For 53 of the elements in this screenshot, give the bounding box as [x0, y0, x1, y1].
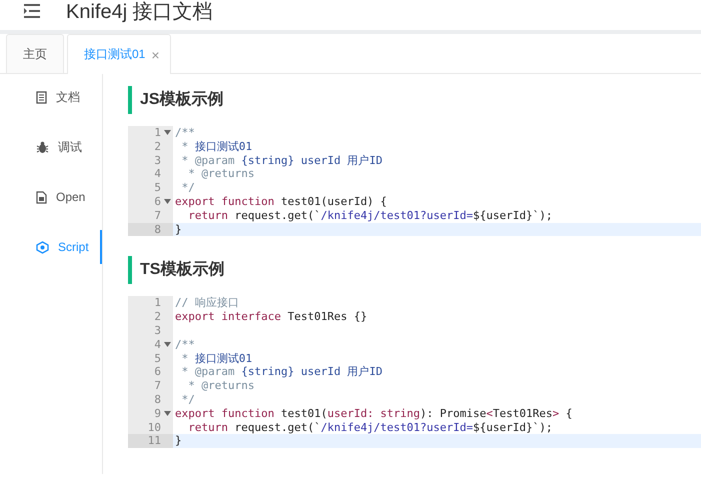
code-line: // 响应接口 — [174, 296, 239, 310]
line-number: 3 — [154, 154, 161, 168]
code-line: } — [174, 222, 182, 236]
fold-icon[interactable] — [164, 411, 170, 416]
code-line: * 接口测试01 — [180, 352, 252, 366]
line-number: 3 — [154, 324, 161, 338]
line-number: 11 — [148, 434, 161, 448]
code-line: return request.get(`/knife4j/test01?userId=${userId}`); — [187, 208, 553, 223]
sidebar-item[interactable]: Open — [0, 180, 102, 214]
bug-icon — [36, 140, 49, 154]
menu-icon[interactable] — [22, 3, 42, 19]
fold-icon[interactable] — [164, 342, 170, 348]
code-line: } — [174, 434, 182, 448]
code-line: /** — [174, 338, 195, 352]
code-line: return request.get(`/knife4j/test01?userId=${userId}`); — [187, 420, 553, 434]
code-line: * @returns — [187, 379, 254, 393]
sidebar-item[interactable]: 文档 — [0, 80, 102, 114]
cube-icon — [36, 240, 49, 254]
line-number: 8 — [154, 392, 161, 407]
line-number: 7 — [154, 379, 161, 393]
code-line: /** — [174, 126, 195, 140]
line-number: 6 — [154, 365, 161, 380]
fold-icon[interactable] — [164, 130, 170, 136]
line-number: 10 — [148, 420, 161, 434]
line-number: 7 — [154, 208, 161, 223]
line-number: 4 — [154, 338, 161, 352]
code-line: * @param {string} userId 用户ID — [180, 154, 382, 168]
line-number: 8 — [154, 222, 161, 236]
code-line: */ — [180, 181, 195, 195]
section-title: TS模板示例 — [128, 256, 701, 284]
fold-icon[interactable] — [164, 199, 170, 204]
tab[interactable]: 主页 — [6, 34, 64, 73]
line-number: 4 — [154, 167, 161, 182]
app-title: Knife4j 接口文档 — [66, 0, 213, 24]
line-number: 6 — [154, 194, 161, 209]
code-line: export function test01(userId) { — [174, 194, 387, 209]
line-number: 5 — [154, 352, 161, 366]
sidebar-item[interactable]: 调试 — [0, 130, 102, 164]
line-number: 1 — [154, 296, 161, 310]
file-icon — [36, 190, 47, 204]
code-line: * @returns — [187, 167, 254, 182]
code-line: * 接口测试01 — [180, 140, 252, 154]
line-number: 2 — [154, 140, 161, 154]
line-number: 2 — [154, 310, 161, 324]
line-number: 1 — [154, 126, 161, 140]
code-line: */ — [180, 392, 195, 407]
code-line: export interface Test01Res {} — [174, 310, 368, 324]
section-title: JS模板示例 — [128, 86, 701, 114]
line-number: 5 — [154, 181, 161, 195]
line-number: 9 — [154, 406, 161, 421]
document-icon — [36, 90, 47, 104]
code-line: export function test01(userId: string): Promise<Test01Res> { — [174, 406, 572, 421]
code-line: * @param {string} userId 用户ID — [180, 365, 382, 380]
